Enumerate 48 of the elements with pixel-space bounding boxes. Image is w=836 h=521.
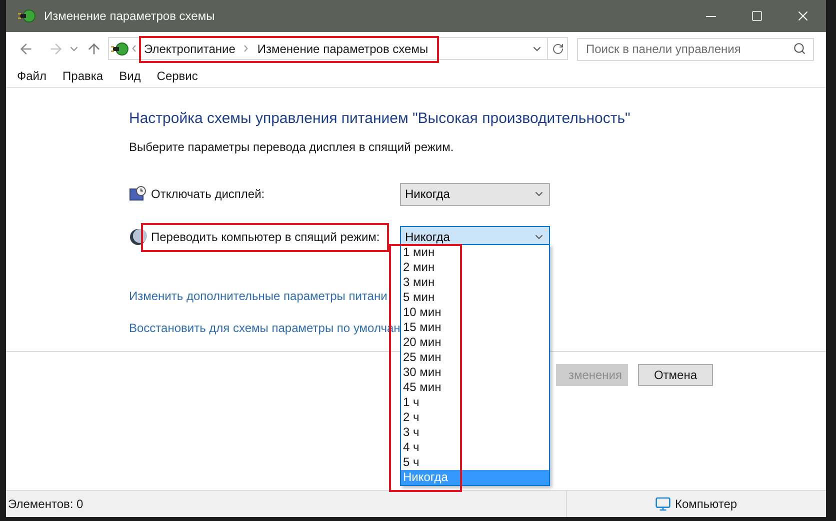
dropdown-option[interactable]: 1 ч (401, 395, 549, 410)
setting-label: Отключать дисплей: (151, 186, 265, 203)
breadcrumb[interactable]: Электропитание (144, 40, 236, 58)
forward-button[interactable] (48, 40, 64, 56)
back-icon (18, 40, 34, 56)
dropdown-option[interactable]: 4 ч (401, 440, 549, 455)
setting-label: Переводить компьютер в спящий режим: (151, 229, 380, 246)
dropdown-option[interactable]: 45 мин (401, 380, 549, 395)
moon-icon (129, 228, 147, 246)
address-bar[interactable]: Электропитание Изменение параметров схемы (108, 37, 568, 60)
menu-item[interactable]: Сервис (156, 67, 198, 85)
dialog-button[interactable]: Отмена (638, 364, 713, 386)
dropdown-option[interactable]: 20 мин (401, 335, 549, 350)
dropdown-option[interactable]: 15 мин (401, 320, 549, 335)
dropdown-option[interactable]: 2 ч (401, 410, 549, 425)
up-icon (86, 40, 102, 56)
forward-icon (48, 40, 64, 56)
dropdown-option[interactable]: 3 ч (401, 425, 549, 440)
maximize-icon (751, 10, 763, 22)
dropdown-option[interactable]: 2 мин (401, 260, 549, 275)
dropdown-select[interactable]: Никогда (400, 182, 550, 206)
plug-icon (18, 7, 36, 25)
dropdown-option[interactable]: 25 мин (401, 350, 549, 365)
computer-icon (655, 496, 671, 512)
item-count: Элементов: 0 (8, 496, 84, 513)
breadcrumb[interactable]: Изменение параметров схемы (257, 40, 428, 58)
link[interactable]: Изменить дополнительные параметры питани (129, 286, 388, 304)
menu-item[interactable]: Вид (119, 67, 141, 85)
plug-icon (111, 40, 129, 58)
menu-item[interactable]: Файл (17, 67, 47, 85)
dropdown-option[interactable]: 5 ч (401, 455, 549, 470)
back-button[interactable] (18, 40, 34, 56)
monitor-clock-icon (129, 186, 147, 202)
window-title: Изменение параметров схемы (44, 8, 215, 25)
dropdown-option[interactable]: 10 мин (401, 305, 549, 320)
chevron-left-icon (132, 45, 136, 52)
refresh-icon[interactable] (552, 42, 564, 54)
search-icon (793, 42, 806, 55)
dropdown-option[interactable]: 5 мин (401, 290, 549, 305)
page-subtitle: Выберите параметры перевода дисплея в спящий режим. (129, 138, 455, 156)
location-label: Компьютер (675, 496, 738, 513)
dropdown-option[interactable]: 3 мин (401, 275, 549, 290)
menu-item[interactable]: Правка (62, 67, 104, 85)
dropdown-option[interactable]: 30 мин (401, 365, 549, 380)
chevron-right-icon (244, 45, 248, 52)
search-field[interactable]: Поиск в панели управления (577, 38, 814, 60)
page-heading: Настройка схемы управления питанием "Высокая производительность" (129, 109, 632, 129)
up-button[interactable] (86, 40, 102, 56)
